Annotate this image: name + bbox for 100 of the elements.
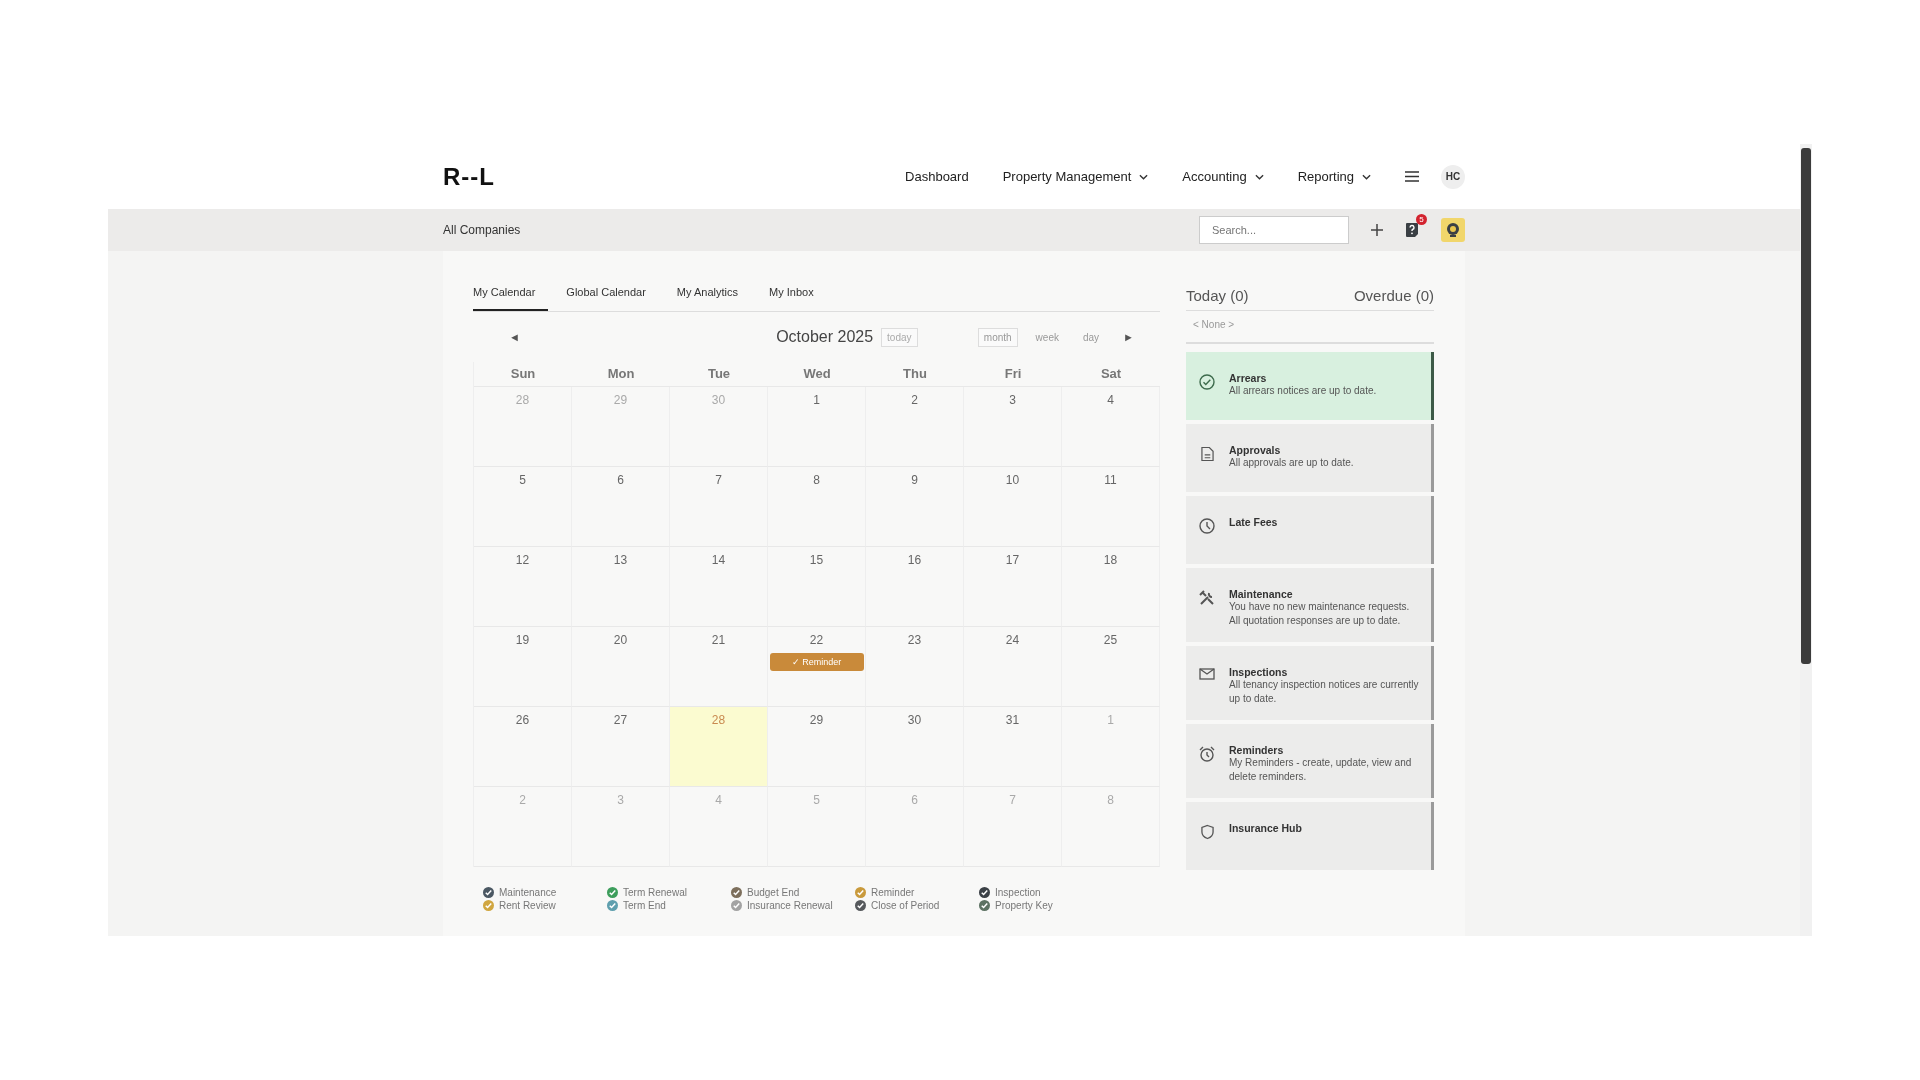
day-number: 24 [1005, 633, 1020, 647]
legend-label: Maintenance [499, 887, 557, 898]
tab[interactable]: Global Calendar [566, 277, 659, 311]
day-cell[interactable]: 16 [866, 547, 964, 627]
menu-icon[interactable] [1405, 171, 1419, 182]
day-cell[interactable]: 17 [964, 547, 1062, 627]
day-cell[interactable]: 15 [768, 547, 866, 627]
logo[interactable]: R--L [443, 162, 495, 191]
alarm-clock-icon [1199, 746, 1215, 762]
legend-label: Property Key [995, 900, 1053, 911]
calendar-event[interactable]: ✓ Reminder [769, 653, 864, 671]
day-number: 2 [911, 393, 918, 407]
weekday-header: Mon [572, 362, 670, 387]
weekday-header: Sat [1062, 362, 1160, 387]
nav-link[interactable]: Reporting [1297, 169, 1371, 184]
day-cell[interactable]: 12 [474, 547, 572, 627]
day-number: 31 [1005, 713, 1020, 727]
check-circle-icon [1199, 374, 1215, 390]
shield-icon [1200, 824, 1214, 840]
chevron-icon [1139, 173, 1149, 180]
nav-link[interactable]: Dashboard [905, 169, 969, 184]
card-description: You have no new maintenance requests. [1229, 600, 1410, 614]
calendar-title: October 2025 [776, 328, 874, 346]
next-button[interactable]: ► [1117, 330, 1140, 344]
task-card[interactable]: Approvals All approvals are up to date. [1186, 424, 1434, 492]
day-number: 7 [715, 473, 722, 487]
nav-link[interactable]: Property Management [1002, 169, 1149, 184]
task-card[interactable]: Late Fees [1186, 496, 1434, 564]
day-number: 20 [613, 633, 628, 647]
day-cell[interactable]: 25 [1062, 627, 1160, 707]
legend-label: Reminder [871, 887, 915, 898]
overdue-tasks-tab[interactable]: Overdue (0) [1353, 287, 1434, 304]
card-description: My Reminders - create, update, view and delete reminders. [1229, 756, 1413, 784]
day-cell[interactable]: 13 [572, 547, 670, 627]
day-number: 4 [1107, 393, 1114, 407]
day-cell[interactable]: 18 [1062, 547, 1160, 627]
day-number: 30 [711, 393, 726, 407]
weekday-header: Wed [768, 362, 866, 387]
legend-label: Term End [623, 900, 666, 911]
task-card[interactable]: Insurance Hub [1186, 802, 1434, 870]
day-cell[interactable]: 7 [670, 467, 768, 547]
day-cell[interactable]: 5 [474, 467, 572, 547]
day-cell[interactable]: 8 [768, 467, 866, 547]
previous-button[interactable]: ◄ [503, 330, 526, 344]
day-number: 3 [1009, 393, 1016, 407]
day-cell[interactable]: 3 [964, 387, 1062, 467]
day-cell[interactable]: 31 [964, 707, 1062, 787]
day-cell[interactable]: 23 [866, 627, 964, 707]
day-number: 4 [715, 793, 722, 807]
day-number: 22 [809, 633, 824, 647]
tab[interactable]: My Inbox [769, 277, 827, 311]
day-number: 5 [813, 793, 820, 807]
plus-icon[interactable] [1371, 224, 1383, 236]
card-title: Approvals [1229, 444, 1282, 456]
day-number: 19 [515, 633, 530, 647]
day-cell[interactable]: 1 [768, 387, 866, 467]
day-cell[interactable]: 6 [572, 467, 670, 547]
day-cell[interactable]: 22 ✓ Reminder [768, 627, 866, 707]
day-number: 26 [515, 713, 530, 727]
search-field[interactable]: Search... [1199, 216, 1349, 244]
task-card[interactable]: Inspections All tenancy inspection notices are currently up to date. [1186, 646, 1434, 720]
legend-label: Term Renewal [623, 887, 687, 898]
day-cell[interactable]: 9 [866, 467, 964, 547]
day-number: 29 [613, 393, 628, 407]
user-avatar[interactable]: HC [1441, 164, 1465, 189]
document-icon [1200, 446, 1214, 462]
weekday-header: Fri [964, 362, 1062, 387]
card-description: All tenancy inspection notices are currently up to date. [1229, 678, 1420, 706]
day-cell[interactable]: 24 [964, 627, 1062, 707]
tools-icon [1199, 590, 1215, 606]
task-card[interactable]: Arrears All arrears notices are up to date. [1186, 352, 1434, 420]
day-cell[interactable]: 11 [1062, 467, 1160, 547]
card-description: All approvals are up to date. [1229, 456, 1354, 470]
day-cell[interactable]: 29 [768, 707, 866, 787]
today-tasks-tab[interactable]: Today (0) [1186, 287, 1249, 304]
card-title: Reminders [1229, 744, 1285, 756]
day-number: 12 [515, 553, 530, 567]
clock-icon [1199, 518, 1215, 534]
day-number: 6 [617, 473, 624, 487]
day-cell[interactable]: 2 [866, 387, 964, 467]
card-title: Arrears [1229, 372, 1268, 384]
day-number: 1 [813, 393, 820, 407]
card-description: All arrears notices are up to date. [1229, 384, 1377, 398]
tab[interactable]: My Analytics [676, 277, 751, 311]
day-cell[interactable]: 10 [964, 467, 1062, 547]
help-icon[interactable] [1405, 222, 1419, 238]
day-cell[interactable]: 26 [474, 707, 572, 787]
day-number: 16 [907, 553, 922, 567]
day-cell[interactable]: 4 [1062, 387, 1160, 467]
scrollbar[interactable] [1800, 144, 1812, 936]
task-card[interactable]: Reminders My Reminders - create, update, view and delete reminders. [1186, 724, 1434, 798]
day-cell[interactable]: 14 [670, 547, 768, 627]
day-cell[interactable]: 19 [474, 627, 572, 707]
day-cell[interactable]: 30 [866, 707, 964, 787]
assistant-button[interactable] [1441, 218, 1465, 242]
day-number: 28 [515, 393, 530, 407]
nav-link[interactable]: Accounting [1182, 169, 1264, 184]
day-cell[interactable]: 20 [572, 627, 670, 707]
tab[interactable]: My Calendar [473, 277, 549, 311]
task-card[interactable]: Maintenance You have no new maintenance requests. All quotation responses are up to date. [1186, 568, 1434, 642]
